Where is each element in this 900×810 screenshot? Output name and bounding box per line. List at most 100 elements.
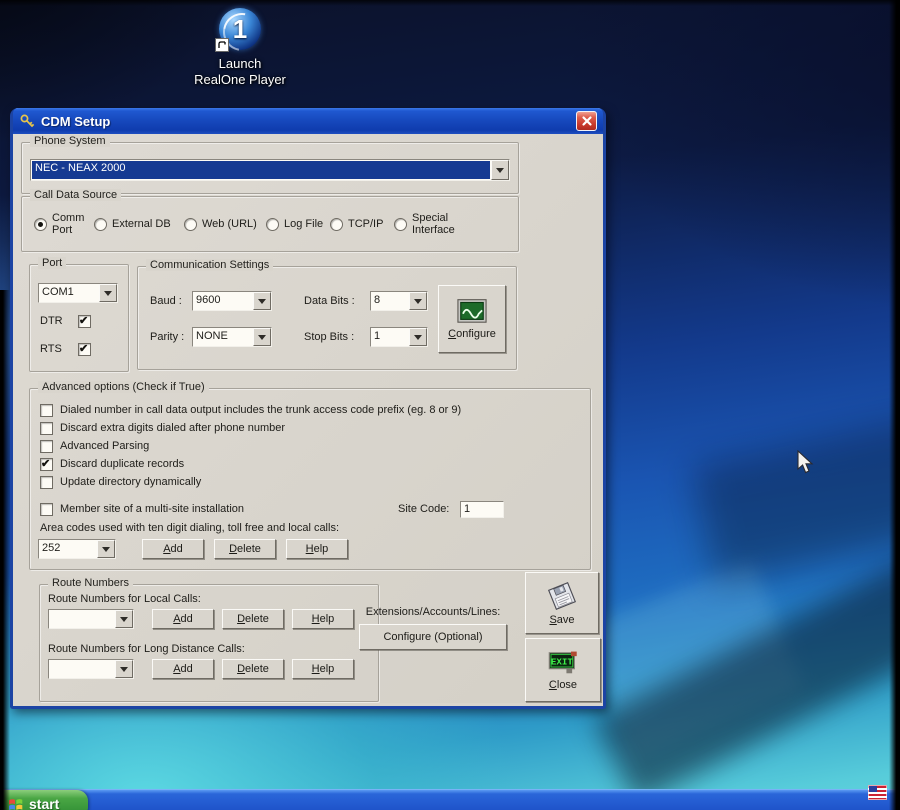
radio-label: TCP/IP bbox=[348, 218, 383, 230]
baud-value: 9600 bbox=[193, 292, 253, 310]
close-button[interactable]: EXIT Close bbox=[525, 638, 601, 702]
checkbox-discard-duplicates[interactable] bbox=[40, 458, 53, 471]
area-codes-label: Area codes used with ten digit dialing, … bbox=[40, 522, 339, 534]
radio-label: Special Interface bbox=[412, 212, 464, 236]
extensions-configure-button[interactable]: Configure (Optional) bbox=[359, 624, 507, 650]
close-button-label: Close bbox=[549, 679, 577, 691]
stop-bits-dropdown[interactable]: 1 bbox=[370, 327, 428, 347]
dropdown-arrow-icon[interactable] bbox=[99, 284, 117, 302]
radio-log-file[interactable]: Log File bbox=[266, 205, 323, 243]
radio-special-interface[interactable]: Special Interface bbox=[394, 205, 464, 243]
radio-icon[interactable] bbox=[34, 218, 47, 231]
parity-label: Parity : bbox=[150, 331, 184, 343]
radio-icon[interactable] bbox=[394, 218, 407, 231]
dtr-label: DTR bbox=[40, 315, 63, 327]
shortcut-arrow-icon bbox=[215, 38, 229, 52]
dropdown-arrow-icon[interactable] bbox=[115, 660, 133, 678]
route-local-dropdown[interactable] bbox=[48, 609, 134, 629]
route-long-distance-label: Route Numbers for Long Distance Calls: bbox=[48, 643, 245, 655]
checkbox-trunk-access-prefix[interactable] bbox=[40, 404, 53, 417]
radio-icon[interactable] bbox=[330, 218, 343, 231]
start-button[interactable]: start bbox=[0, 790, 88, 810]
window-title: CDM Setup bbox=[41, 114, 576, 129]
taskbar: start bbox=[0, 789, 900, 810]
desktop-screen: 1 Launch RealOne Player CDM Setup bbox=[0, 0, 900, 810]
dropdown-arrow-icon[interactable] bbox=[253, 292, 271, 310]
dropdown-arrow-icon[interactable] bbox=[115, 610, 133, 628]
language-flag-icon[interactable] bbox=[868, 785, 887, 800]
radio-label: Web (URL) bbox=[202, 218, 257, 230]
rts-label: RTS bbox=[40, 343, 62, 355]
screen-bezel bbox=[889, 0, 900, 810]
dropdown-arrow-icon[interactable] bbox=[409, 292, 427, 310]
call-data-source-group: Call Data Source Comm Port External DB W… bbox=[21, 196, 519, 252]
radio-web-url[interactable]: Web (URL) bbox=[184, 205, 257, 243]
member-site-label: Member site of a multi-site installation bbox=[60, 503, 244, 515]
area-code-add-button[interactable]: Add bbox=[142, 539, 204, 559]
dtr-checkbox[interactable] bbox=[78, 315, 91, 328]
save-button[interactable]: Save bbox=[525, 572, 599, 634]
port-group: Port COM1 DTR RTS bbox=[29, 264, 129, 372]
extensions-accounts-lines-label: Extensions/Accounts/Lines: bbox=[357, 606, 509, 618]
parity-dropdown[interactable]: NONE bbox=[192, 327, 272, 347]
waveform-monitor-icon bbox=[456, 298, 488, 325]
stop-bits-value: 1 bbox=[371, 328, 409, 346]
radio-tcp-ip[interactable]: TCP/IP bbox=[330, 205, 383, 243]
communication-settings-group-label: Communication Settings bbox=[146, 259, 273, 271]
radio-icon[interactable] bbox=[266, 218, 279, 231]
radio-icon[interactable] bbox=[94, 218, 107, 231]
site-code-label: Site Code: bbox=[398, 503, 449, 515]
exit-sign-icon: EXIT bbox=[547, 650, 579, 676]
checkbox-advanced-parsing[interactable] bbox=[40, 440, 53, 453]
key-icon bbox=[19, 113, 36, 130]
phone-system-value: NEC - NEAX 2000 bbox=[32, 161, 490, 179]
shortcut-label-line2: RealOne Player bbox=[175, 72, 305, 88]
floppy-disk-icon bbox=[545, 581, 579, 611]
dropdown-arrow-icon[interactable] bbox=[491, 160, 509, 180]
realone-player-icon: 1 bbox=[219, 8, 261, 50]
checkbox-label: Advanced Parsing bbox=[60, 440, 149, 452]
start-button-label: start bbox=[29, 796, 59, 810]
svg-text:EXIT: EXIT bbox=[551, 656, 573, 667]
route-long-help-button[interactable]: Help bbox=[292, 659, 354, 679]
comm-configure-button[interactable]: Configure bbox=[438, 285, 506, 353]
phone-system-group-label: Phone System bbox=[30, 135, 110, 147]
area-code-delete-button[interactable]: Delete bbox=[214, 539, 276, 559]
checkbox-update-directory[interactable] bbox=[40, 476, 53, 489]
route-local-help-button[interactable]: Help bbox=[292, 609, 354, 629]
baud-dropdown[interactable]: 9600 bbox=[192, 291, 272, 311]
checkbox-member-site[interactable] bbox=[40, 503, 53, 516]
com-port-dropdown[interactable]: COM1 bbox=[38, 283, 118, 303]
checkbox-discard-extra-digits[interactable] bbox=[40, 422, 53, 435]
checkbox-label: Dialed number in call data output includ… bbox=[60, 404, 461, 416]
rts-checkbox[interactable] bbox=[78, 343, 91, 356]
close-window-button[interactable] bbox=[576, 111, 597, 131]
mouse-cursor bbox=[797, 450, 814, 474]
dropdown-arrow-icon[interactable] bbox=[409, 328, 427, 346]
route-local-add-button[interactable]: Add bbox=[152, 609, 214, 629]
site-code-input[interactable]: 1 bbox=[460, 501, 504, 518]
route-long-delete-button[interactable]: Delete bbox=[222, 659, 284, 679]
stop-bits-label: Stop Bits : bbox=[304, 331, 354, 343]
shortcut-realone-player[interactable]: 1 Launch RealOne Player bbox=[175, 8, 305, 88]
area-code-help-button[interactable]: Help bbox=[286, 539, 348, 559]
dropdown-arrow-icon[interactable] bbox=[253, 328, 271, 346]
checkbox-label: Discard extra digits dialed after phone … bbox=[60, 422, 285, 434]
dropdown-arrow-icon[interactable] bbox=[97, 540, 115, 558]
route-numbers-group-label: Route Numbers bbox=[48, 577, 133, 589]
area-code-dropdown[interactable]: 252 bbox=[38, 539, 116, 559]
route-long-distance-dropdown[interactable] bbox=[48, 659, 134, 679]
titlebar[interactable]: CDM Setup bbox=[13, 108, 603, 134]
route-local-delete-button[interactable]: Delete bbox=[222, 609, 284, 629]
radio-icon[interactable] bbox=[184, 218, 197, 231]
route-long-add-button[interactable]: Add bbox=[152, 659, 214, 679]
data-bits-label: Data Bits : bbox=[304, 295, 355, 307]
shortcut-label: Launch RealOne Player bbox=[175, 56, 305, 88]
radio-external-db[interactable]: External DB bbox=[94, 205, 171, 243]
phone-system-dropdown[interactable]: NEC - NEAX 2000 bbox=[30, 159, 510, 181]
cdm-setup-window: CDM Setup Phone System NEC - NEAX 2000 C… bbox=[10, 108, 606, 709]
configure-button-label: Configure bbox=[448, 328, 496, 340]
radio-comm-port[interactable]: Comm Port bbox=[34, 205, 88, 243]
data-bits-dropdown[interactable]: 8 bbox=[370, 291, 428, 311]
parity-value: NONE bbox=[193, 328, 253, 346]
